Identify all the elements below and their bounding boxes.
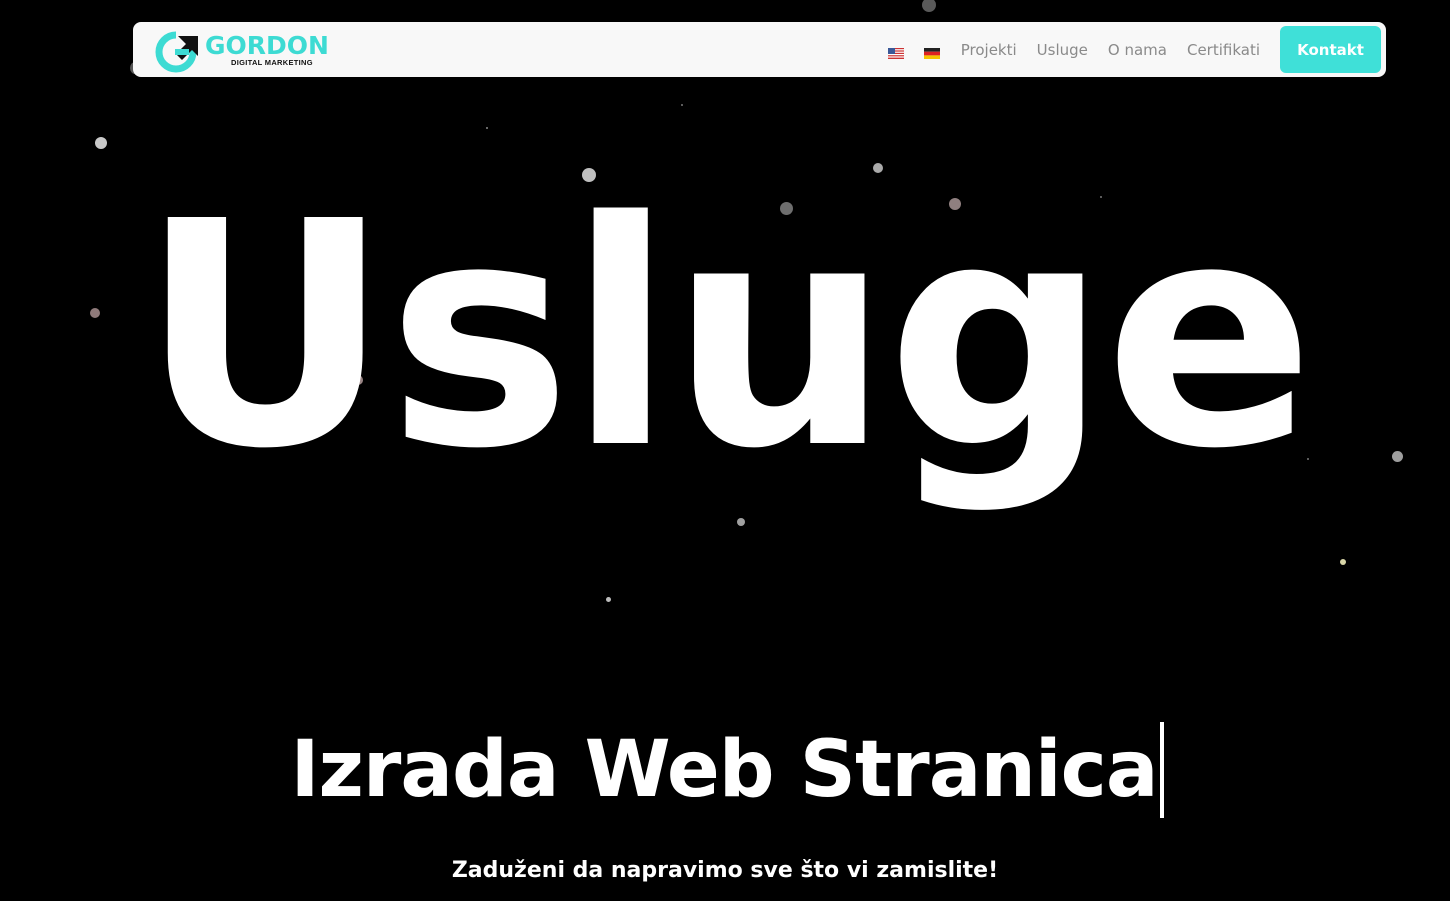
brand-tagline: DIGITAL MARKETING [231, 57, 313, 67]
particle [737, 518, 745, 526]
navbar: GORDON DIGITAL MARKETING Projekti Usluge… [133, 22, 1386, 77]
gordon-logo-icon [155, 30, 198, 72]
contact-button[interactable]: Kontakt [1280, 26, 1381, 73]
hero-title: Usluge [139, 156, 1314, 517]
de-flag-icon[interactable] [923, 44, 940, 59]
nav-link-certifikati[interactable]: Certifikati [1187, 41, 1260, 59]
nav-link-usluge[interactable]: Usluge [1037, 41, 1088, 59]
brand-name: GORDON [205, 30, 329, 60]
particle [486, 127, 488, 129]
nav-link-o-nama[interactable]: O nama [1108, 41, 1167, 59]
typing-caret [1159, 722, 1164, 818]
nav-menu: Projekti Usluge O nama Certifikati Konta… [887, 26, 1381, 73]
typed-headline: Izrada Web Stranica [0, 722, 1450, 818]
particle [606, 597, 611, 602]
brand-logo[interactable]: GORDON DIGITAL MARKETING [155, 27, 329, 73]
us-flag-icon[interactable] [887, 44, 904, 59]
typed-text: Izrada Web Stranica [290, 725, 1159, 815]
hero-tagline: Zaduženi da napravimo sve što vi zamisli… [451, 858, 999, 883]
particle [95, 137, 107, 149]
particle [681, 104, 683, 106]
nav-link-projekti[interactable]: Projekti [961, 41, 1017, 59]
page: GORDON DIGITAL MARKETING Projekti Usluge… [0, 0, 1450, 901]
particle [922, 0, 936, 12]
particle [1340, 559, 1346, 565]
